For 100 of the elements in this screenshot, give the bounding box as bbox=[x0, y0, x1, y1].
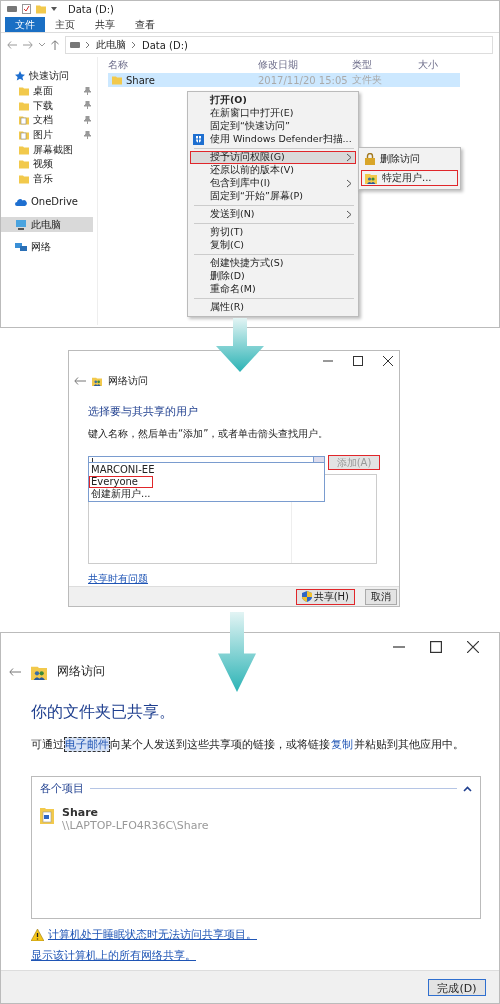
column-header[interactable]: 名称 bbox=[108, 58, 258, 72]
chevron-up-icon[interactable] bbox=[463, 785, 472, 792]
address-bar[interactable]: 此电脑 Data (D:) bbox=[65, 36, 493, 54]
ribbon-tab[interactable]: 共享 bbox=[85, 17, 125, 32]
folder-icon bbox=[19, 100, 29, 111]
folder-icon bbox=[19, 174, 29, 185]
pin-icon[interactable] bbox=[84, 86, 91, 95]
up-arrow-icon[interactable] bbox=[51, 40, 59, 50]
file-type: 文件夹 bbox=[352, 73, 383, 87]
lock-icon bbox=[365, 153, 375, 165]
dialog-title: 网络访问 bbox=[57, 663, 105, 680]
share-button[interactable]: 共享(H) bbox=[295, 588, 355, 605]
column-header[interactable]: 大小 bbox=[418, 58, 458, 72]
help-link[interactable]: 计算机处于睡眠状态时无法访问共享项目。 bbox=[48, 927, 257, 942]
help-link[interactable]: 共享时有问题 bbox=[88, 572, 148, 587]
chevron-right-icon bbox=[132, 42, 136, 48]
document-icon bbox=[19, 130, 29, 141]
dialog-heading: 你的文件夹已共享。 bbox=[31, 702, 176, 723]
help-link[interactable]: 显示该计算机上的所有网络共享。 bbox=[31, 948, 196, 963]
menu-item[interactable]: 还原以前的版本(V) bbox=[190, 164, 356, 177]
sidebar-item[interactable]: 下载 bbox=[1, 98, 97, 114]
sidebar-item[interactable]: 音乐 bbox=[1, 171, 97, 187]
menu-item[interactable]: 删除访问 bbox=[361, 151, 458, 167]
down-arrow bbox=[216, 318, 264, 372]
pin-icon[interactable] bbox=[84, 116, 91, 125]
close-icon[interactable] bbox=[467, 641, 479, 653]
menu-item[interactable]: 属性(R) bbox=[190, 301, 356, 314]
sidebar-item[interactable]: 屏幕截图 bbox=[1, 142, 97, 158]
new-folder-icon bbox=[36, 4, 46, 14]
dropdown-option[interactable]: MARCONI-EE bbox=[89, 464, 159, 476]
modified-date: 2017/11/20 15:05 bbox=[258, 74, 349, 86]
menu-item[interactable]: 包含到库中(I) bbox=[190, 177, 356, 190]
sidebar-item[interactable]: 此电脑 bbox=[1, 217, 93, 232]
menu-item[interactable]: 发送到(N) bbox=[190, 208, 356, 221]
column-header[interactable]: 修改日期 bbox=[258, 58, 352, 72]
menu-item[interactable]: 打开(O) bbox=[190, 94, 356, 107]
window-title: Data (D:) bbox=[68, 3, 114, 15]
ribbon-tab[interactable]: 文件 bbox=[5, 17, 45, 32]
menu-item[interactable]: 在新窗口中打开(E) bbox=[190, 107, 356, 120]
drive-icon bbox=[7, 6, 17, 12]
close-icon[interactable] bbox=[383, 356, 393, 366]
done-button[interactable]: 完成(D) bbox=[428, 978, 486, 996]
ribbon-tab[interactable]: 主页 bbox=[45, 17, 85, 32]
pin-icon[interactable] bbox=[84, 101, 91, 110]
folder-icon bbox=[112, 75, 122, 85]
item-name: Share bbox=[62, 806, 100, 819]
dropdown-option[interactable]: Everyone bbox=[89, 476, 153, 488]
breadcrumb-item[interactable]: 此电脑 bbox=[96, 38, 126, 52]
cloud-icon bbox=[15, 197, 27, 206]
cancel-button[interactable]: 取消 bbox=[365, 588, 397, 605]
warning-icon bbox=[31, 928, 44, 941]
file-row[interactable]: Share 2017/11/20 15:05 文件夹 bbox=[108, 73, 460, 87]
chevron-right-icon bbox=[347, 177, 352, 190]
menu-item[interactable]: 固定到“快速访问” bbox=[190, 120, 356, 133]
back-arrow-icon[interactable] bbox=[7, 41, 17, 49]
column-header[interactable]: 类型 bbox=[352, 58, 418, 72]
sidebar-item[interactable]: 网络 bbox=[1, 239, 97, 255]
instruction-text: 键入名称，然后单击“添加”，或者单击箭头查找用户。 bbox=[88, 427, 330, 441]
document-icon bbox=[19, 115, 29, 126]
dropdown-option[interactable]: 创建新用户... bbox=[89, 488, 155, 500]
sidebar-item[interactable]: 图片 bbox=[1, 127, 97, 143]
back-arrow-icon[interactable] bbox=[74, 377, 86, 385]
maximize-icon[interactable] bbox=[430, 641, 442, 653]
menu-item[interactable]: 复制(C) bbox=[190, 239, 356, 252]
dialog-heading: 选择要与其共享的用户 bbox=[88, 404, 199, 419]
ribbon-tab[interactable]: 查看 bbox=[125, 17, 165, 32]
dropdown-icon[interactable] bbox=[51, 7, 57, 11]
menu-item[interactable]: 剪切(T) bbox=[190, 226, 356, 239]
sidebar-item[interactable]: 文档 bbox=[1, 113, 97, 128]
breadcrumb-item[interactable]: Data (D:) bbox=[142, 39, 188, 51]
drive-icon bbox=[70, 42, 80, 48]
email-link[interactable]: 电子邮件 bbox=[64, 737, 110, 752]
menu-item[interactable]: 特定用户... bbox=[361, 170, 458, 186]
menu-item[interactable]: 固定到“开始”屏幕(P) bbox=[190, 190, 356, 203]
maximize-icon[interactable] bbox=[353, 356, 363, 366]
chevron-right-icon bbox=[347, 208, 352, 221]
menu-item[interactable]: 使用 Windows Defender扫描... bbox=[190, 133, 356, 146]
back-arrow-icon[interactable] bbox=[9, 667, 21, 676]
menu-item[interactable]: 授予访问权限(G) bbox=[190, 151, 356, 164]
sidebar-item[interactable]: OneDrive bbox=[1, 194, 97, 210]
chevron-right-icon bbox=[86, 42, 90, 48]
item-path: \\LAPTOP-LFO4R36C\Share bbox=[62, 819, 209, 832]
share-message: 可通过电子邮件向某个人发送到这些共享项的链接，或将链接复制并粘贴到其他应用中。 bbox=[31, 737, 465, 752]
sidebar-item[interactable]: 视频 bbox=[1, 157, 97, 172]
network-icon bbox=[15, 242, 27, 253]
chevron-right-icon bbox=[347, 151, 352, 164]
sidebar-item[interactable]: 快速访问 bbox=[1, 69, 97, 84]
forward-arrow-icon[interactable] bbox=[23, 41, 33, 49]
sidebar-item[interactable]: 桌面 bbox=[1, 83, 97, 99]
properties-icon[interactable] bbox=[22, 4, 31, 14]
menu-item[interactable]: 重命名(M) bbox=[190, 283, 356, 296]
folder-icon bbox=[19, 144, 29, 155]
shield-icon bbox=[193, 134, 204, 145]
menu-item[interactable]: 删除(D) bbox=[190, 270, 356, 283]
chevron-down-icon[interactable] bbox=[39, 43, 45, 47]
pin-icon[interactable] bbox=[84, 130, 91, 139]
star-icon bbox=[15, 71, 25, 82]
copy-link[interactable]: 复制 bbox=[330, 737, 354, 752]
dialog-title: 网络访问 bbox=[108, 374, 148, 388]
menu-item[interactable]: 创建快捷方式(S) bbox=[190, 257, 356, 270]
